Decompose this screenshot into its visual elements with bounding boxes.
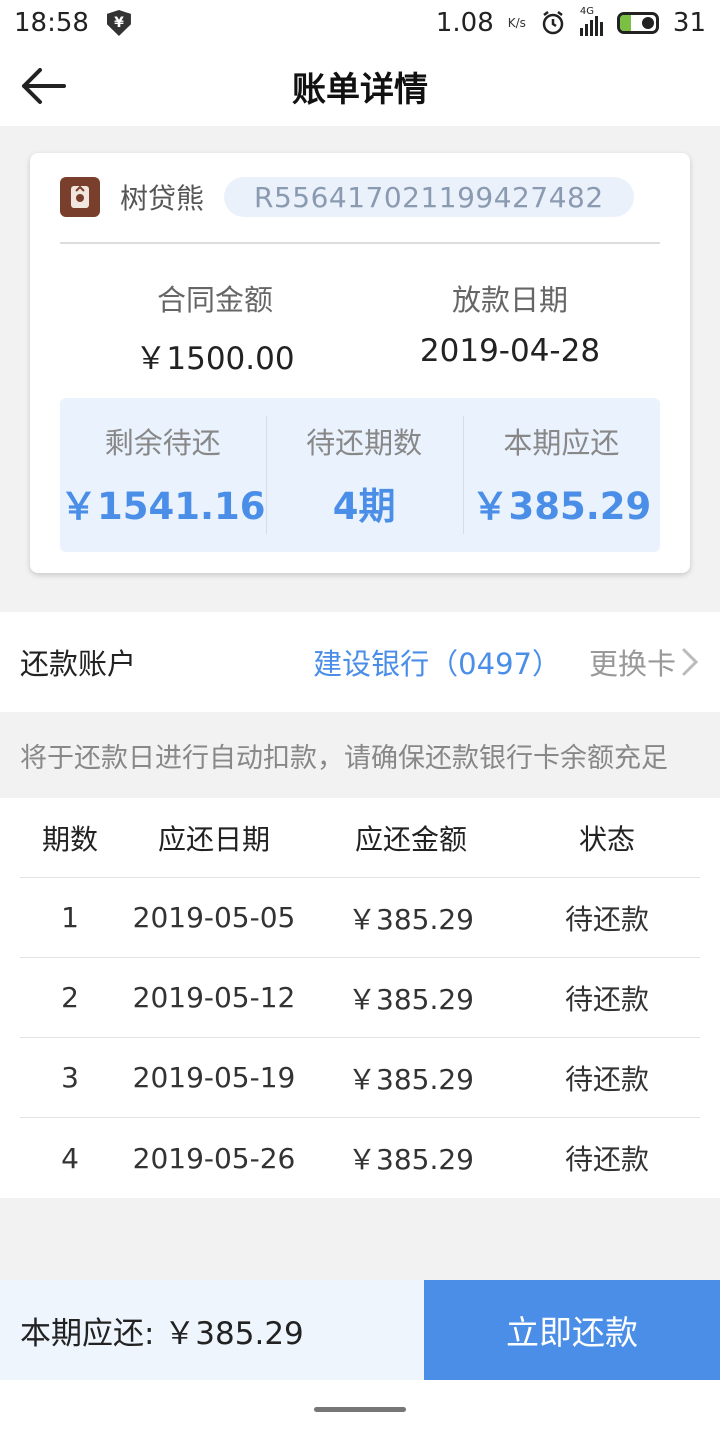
summary-value: 4期 bbox=[332, 485, 396, 528]
column-header: 应还金额 bbox=[354, 822, 467, 856]
battery-icon bbox=[616, 12, 659, 34]
change-card-link[interactable]: 更换卡 bbox=[589, 641, 676, 683]
table-row: 2 2019-05-12 ￥385.29 待还款 bbox=[20, 958, 700, 1038]
status-right: 1.08 K/s 4G 31 bbox=[435, 6, 706, 38]
due-date-cell: 2019-05-19 bbox=[132, 1061, 296, 1094]
summary-label: 本期应还 bbox=[503, 426, 620, 460]
auto-debit-notice: 将于还款日进行自动扣款，请确保还款银行卡余额充足 bbox=[20, 742, 668, 774]
gesture-bar bbox=[0, 1380, 720, 1440]
status-cell: 待还款 bbox=[564, 1143, 649, 1176]
home-indicator[interactable] bbox=[314, 1407, 406, 1412]
nav-bar: 账单详情 bbox=[0, 46, 720, 126]
alarm-icon bbox=[542, 11, 564, 35]
repay-account-row[interactable]: 还款账户 建设银行（0497） 更换卡 bbox=[0, 612, 720, 712]
disburse-date-value: 2019-04-28 bbox=[419, 333, 601, 369]
order-number-badge: R556417021199427482 bbox=[224, 177, 634, 217]
summary-label: 剩余待还 bbox=[104, 426, 221, 460]
status-cell: 待还款 bbox=[564, 982, 649, 1016]
status-cell: 待还款 bbox=[564, 1062, 649, 1096]
contract-amount-block: 合同金额 ￥1500.00 bbox=[65, 277, 365, 378]
due-date-cell: 2019-05-12 bbox=[132, 981, 296, 1014]
contract-amount-label: 合同金额 bbox=[156, 283, 273, 317]
period-cell: 3 bbox=[61, 1061, 79, 1094]
chevron-right-icon[interactable] bbox=[680, 647, 700, 677]
due-date-cell: 2019-05-05 bbox=[132, 901, 296, 934]
bottom-action-bar: 本期应还: ￥385.29 立即还款 bbox=[0, 1280, 720, 1380]
amount-cell: ￥385.29 bbox=[348, 982, 474, 1016]
divider bbox=[60, 242, 660, 244]
card-header: 树贷熊 R556417021199427482 bbox=[60, 175, 660, 219]
period-cell: 4 bbox=[61, 1141, 79, 1175]
table-header-row: 期数 应还日期 应还金额 状态 bbox=[20, 798, 700, 878]
column-header: 期数 bbox=[41, 822, 98, 856]
summary-value: ￥385.29 bbox=[471, 485, 652, 528]
shield-icon: ¥ bbox=[106, 10, 131, 36]
net-speed-unit: K/s bbox=[507, 16, 526, 30]
amount-cell: ￥385.29 bbox=[348, 902, 474, 936]
table-row: 4 2019-05-26 ￥385.29 待还款 bbox=[20, 1118, 700, 1198]
loan-card: 树贷熊 R556417021199427482 合同金额 ￥1500.00 放款… bbox=[30, 153, 690, 573]
repay-bank: 建设银行（0497） bbox=[313, 647, 561, 681]
signal-icon: 4G bbox=[579, 6, 603, 36]
repay-now-button[interactable]: 立即还款 bbox=[424, 1280, 720, 1380]
net-speed: 1.08 bbox=[435, 8, 494, 38]
battery-level: 31 bbox=[672, 8, 706, 38]
column-header: 状态 bbox=[578, 822, 635, 856]
lender-name: 树贷熊 bbox=[120, 182, 205, 215]
summary-periods: 待还期数 4期 bbox=[265, 416, 463, 534]
amount-cell: ￥385.29 bbox=[348, 1062, 474, 1096]
status-cell: 待还款 bbox=[564, 902, 649, 936]
summary-current-due: 本期应还 ￥385.29 bbox=[462, 416, 660, 534]
table-row: 1 2019-05-05 ￥385.29 待还款 bbox=[20, 878, 700, 958]
summary-label: 待还期数 bbox=[306, 426, 423, 460]
period-cell: 1 bbox=[61, 901, 79, 934]
column-header: 应还日期 bbox=[157, 822, 270, 856]
status-time: 18:58 bbox=[14, 8, 89, 38]
signal-label: 4G bbox=[579, 6, 595, 17]
page-title: 账单详情 bbox=[292, 69, 428, 110]
due-date-cell: 2019-05-26 bbox=[132, 1141, 296, 1175]
disburse-date-block: 放款日期 2019-04-28 bbox=[360, 277, 660, 369]
repayment-summary: 剩余待还 ￥1541.16 待还期数 4期 本期应还 ￥385.29 bbox=[60, 398, 660, 552]
table-row: 3 2019-05-19 ￥385.29 待还款 bbox=[20, 1038, 700, 1118]
repayment-schedule-table: 期数 应还日期 应还金额 状态 1 2019-05-05 ￥385.29 待还款… bbox=[0, 798, 720, 1198]
contract-amount-value: ￥1500.00 bbox=[135, 341, 295, 377]
summary-remaining: 剩余待还 ￥1541.16 bbox=[60, 420, 266, 530]
status-bar: 18:58 ¥ 1.08 K/s 4G 31 bbox=[0, 0, 720, 46]
current-due-summary: 本期应还: ￥385.29 bbox=[0, 1280, 424, 1380]
summary-value: ￥1541.16 bbox=[60, 485, 266, 528]
disburse-date-label: 放款日期 bbox=[451, 283, 568, 317]
lender-logo-icon bbox=[60, 177, 100, 217]
amount-cell: ￥385.29 bbox=[348, 1143, 474, 1176]
arrow-left-icon[interactable] bbox=[18, 66, 68, 106]
repay-account-label: 还款账户 bbox=[20, 647, 137, 681]
period-cell: 2 bbox=[61, 981, 79, 1014]
